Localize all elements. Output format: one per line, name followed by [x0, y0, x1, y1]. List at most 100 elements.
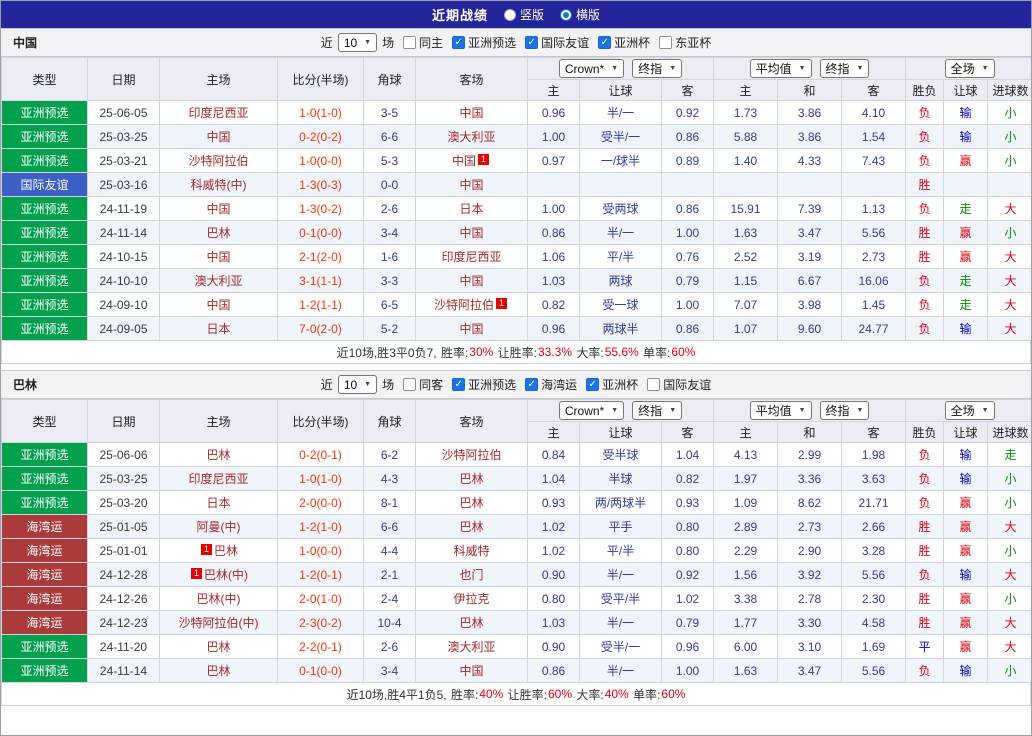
- team-name-link[interactable]: 科威特(中): [191, 178, 247, 192]
- result-outcome: 负: [905, 442, 945, 467]
- team-name-link[interactable]: 印度尼西亚: [441, 250, 501, 264]
- team-name-link[interactable]: 沙特阿拉伯: [441, 448, 501, 462]
- average-select[interactable]: 平均值 ▼: [749, 401, 812, 420]
- team-name-link[interactable]: 中国: [206, 298, 230, 312]
- team-name-link[interactable]: 中国: [206, 130, 230, 144]
- average-stage-select[interactable]: 终指 ▼: [819, 59, 870, 78]
- filter-checkbox[interactable]: ✓ 亚洲预选: [452, 376, 516, 393]
- match-date: 25-01-01: [87, 538, 160, 563]
- filter-checkbox[interactable]: 东亚杯: [659, 34, 711, 51]
- match-date: 24-10-10: [87, 268, 160, 293]
- odds-stage-select[interactable]: 终指 ▼: [632, 59, 683, 78]
- bookmaker-select-value: Crown*: [564, 61, 605, 76]
- team-name-link[interactable]: 巴林: [459, 472, 483, 486]
- team-name-link[interactable]: 巴林: [459, 496, 483, 510]
- result-goals: 走: [987, 442, 1031, 467]
- recent-count-select[interactable]: 10 ▼: [337, 33, 378, 52]
- away-team-cell: 巴林: [415, 490, 528, 515]
- recent-count-select[interactable]: 10 ▼: [337, 375, 378, 394]
- summary-stat-label: 单率:: [629, 687, 661, 702]
- recent-label: 近: [320, 378, 333, 392]
- team-name-link[interactable]: 巴林: [206, 226, 230, 240]
- filter-checkbox[interactable]: 同主: [403, 34, 443, 51]
- sub-avg-away: 客: [840, 421, 907, 443]
- filter-checkbox[interactable]: 同客: [403, 376, 443, 393]
- away-odds: 0.93: [661, 490, 714, 515]
- team-name-link[interactable]: 日本: [459, 202, 483, 216]
- team-name-link[interactable]: 中国: [206, 202, 230, 216]
- avg-draw-odds: 3.36: [777, 466, 842, 491]
- home-team-cell: 阿曼(中): [159, 514, 278, 539]
- handicap-line: 一/球半: [579, 148, 662, 173]
- team-name-link[interactable]: 中国: [459, 322, 483, 336]
- team-name-link[interactable]: 伊拉克: [453, 592, 489, 606]
- filter-checkbox[interactable]: ✓ 亚洲预选: [452, 34, 516, 51]
- bookmaker-select[interactable]: Crown* ▼: [558, 401, 625, 420]
- team-name-link[interactable]: 巴林: [206, 664, 230, 678]
- filter-checkbox[interactable]: ✓ 亚洲杯: [586, 376, 638, 393]
- team-name-link[interactable]: 沙特阿拉伯: [434, 298, 494, 312]
- average-select[interactable]: 平均值 ▼: [749, 59, 812, 78]
- sub-handicap: 让球: [579, 79, 662, 101]
- team-name-link[interactable]: 巴林: [206, 448, 230, 462]
- team-name-link[interactable]: 巴林: [214, 544, 238, 558]
- team-name-link[interactable]: 巴林: [459, 520, 483, 534]
- avg-draw-odds: [777, 172, 842, 197]
- bookmaker-select[interactable]: Crown* ▼: [558, 59, 625, 78]
- result-goals: 小: [987, 148, 1031, 173]
- avg-home-odds: 1.56: [713, 562, 778, 587]
- team-name-link[interactable]: 澳大利亚: [447, 640, 495, 654]
- match-row: 亚洲预选 24-09-05 日本 7-0(2-0) 5-2 中国 0.96 两球半 0.86 1.…: [1, 316, 1031, 341]
- team-name-link[interactable]: 沙特阿拉伯: [188, 154, 248, 168]
- dropdown-arrow-icon: ▼: [981, 407, 989, 414]
- checkbox-checked-icon: ✓: [525, 378, 539, 391]
- average-stage-select[interactable]: 终指 ▼: [819, 401, 870, 420]
- result-handicap: 走: [943, 268, 989, 293]
- team-name-link[interactable]: 巴林: [206, 640, 230, 654]
- match-type-badge: 亚洲预选: [1, 244, 88, 269]
- team-name-link[interactable]: 巴林: [459, 616, 483, 630]
- layout-radio-horizontal[interactable]: 横版: [560, 6, 600, 23]
- corner-count: 4-3: [363, 466, 416, 491]
- team-name-link[interactable]: 日本: [206, 496, 230, 510]
- summary-stat-value: 60%: [661, 687, 686, 701]
- team-name-link[interactable]: 阿曼(中): [197, 520, 241, 534]
- away-odds: 0.92: [661, 562, 714, 587]
- team-name-link[interactable]: 印度尼西亚: [188, 472, 248, 486]
- home-odds: 0.80: [527, 586, 580, 611]
- match-row: 亚洲预选 24-10-10 澳大利亚 3-1(1-1) 3-3 中国 1.03 两球 0.79 1…: [1, 268, 1031, 293]
- match-score: 0-1(0-0): [277, 658, 364, 683]
- team-name-link[interactable]: 中国: [459, 226, 483, 240]
- team-name-link[interactable]: 中国: [452, 154, 476, 168]
- summary-stat-value: 60%: [547, 687, 573, 701]
- team-name-link[interactable]: 澳大利亚: [194, 274, 242, 288]
- layout-radio-vertical[interactable]: 竖版: [503, 6, 544, 23]
- team-name-link[interactable]: 中国: [206, 250, 230, 264]
- filter-checkbox[interactable]: ✓ 海湾运: [525, 376, 577, 393]
- match-date: 24-09-05: [87, 316, 160, 341]
- team-name-link[interactable]: 中国: [459, 106, 483, 120]
- team-name-link[interactable]: 也门: [459, 568, 483, 582]
- team-name-link[interactable]: 中国: [459, 178, 483, 192]
- filter-checkbox[interactable]: ✓ 亚洲杯: [598, 34, 650, 51]
- filter-checkbox[interactable]: 国际友谊: [647, 376, 711, 393]
- team-name-link[interactable]: 澳大利亚: [447, 130, 495, 144]
- scope-select[interactable]: 全场 ▼: [944, 59, 995, 78]
- team-name-link[interactable]: 沙特阿拉伯(中): [179, 616, 259, 630]
- avg-draw-odds: 6.67: [777, 268, 842, 293]
- team-name-link[interactable]: 中国: [459, 664, 483, 678]
- team-name-link[interactable]: 日本: [206, 322, 230, 336]
- team-name-link[interactable]: 巴林(中): [204, 568, 248, 582]
- team-name-link[interactable]: 印度尼西亚: [188, 106, 248, 120]
- handicap-line: 两球半: [579, 316, 662, 341]
- away-odds: 0.86: [661, 124, 714, 149]
- scope-select[interactable]: 全场 ▼: [944, 401, 995, 420]
- odds-stage-select[interactable]: 终指 ▼: [632, 401, 683, 420]
- match-score: 1-3(0-3): [277, 172, 364, 197]
- sub-avg-home: 主: [713, 79, 778, 101]
- team-name-link[interactable]: 科威特: [453, 544, 489, 558]
- filter-checkbox[interactable]: ✓ 国际友谊: [525, 34, 589, 51]
- avg-away-odds: 2.30: [840, 586, 907, 611]
- team-name-link[interactable]: 巴林(中): [197, 592, 241, 606]
- team-name-link[interactable]: 中国: [459, 274, 483, 288]
